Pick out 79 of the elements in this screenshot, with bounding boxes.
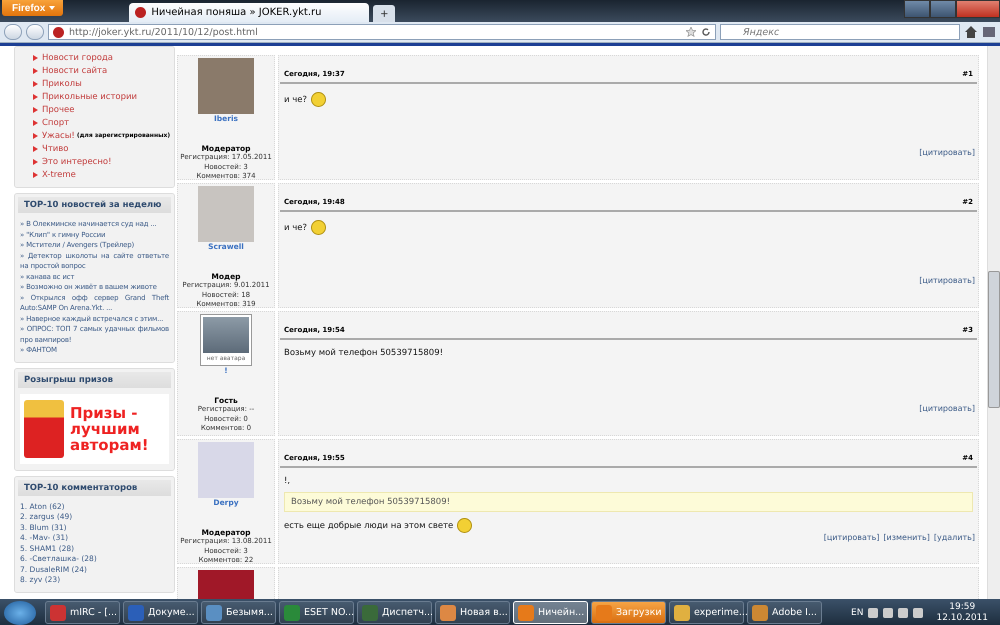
menu-link[interactable]: Прикольные истории — [42, 92, 138, 102]
placeholder-picture — [203, 317, 249, 352]
gift-box-icon — [24, 400, 64, 458]
menu-link[interactable]: Спорт — [42, 118, 70, 128]
caret-icon — [49, 6, 56, 10]
quote-block: Возьму мой телефон 50539715809! — [284, 492, 973, 512]
menu-link[interactable]: Это интересно! — [42, 156, 112, 166]
back-button[interactable] — [4, 24, 22, 40]
comment-text: Возьму мой телефон 50539715809! — [284, 348, 444, 358]
app-icon — [674, 604, 690, 620]
app-icon — [362, 604, 378, 620]
bullet-icon — [33, 68, 38, 74]
comment-text: и че? — [284, 94, 307, 104]
reload-icon[interactable] — [701, 27, 711, 37]
taskbar-button[interactable]: Докуме... — [123, 601, 198, 624]
clock[interactable]: 19:59 12.10.2011 — [936, 602, 988, 624]
comment-text: есть еще добрые люди на этом свете — [284, 520, 454, 530]
taskbar-button[interactable]: ESET NO... — [279, 601, 354, 624]
menu-link[interactable]: Ужасы! — [42, 130, 75, 140]
app-icon — [596, 604, 612, 620]
bullet-icon — [33, 120, 38, 126]
bullet-icon — [33, 132, 38, 138]
menu-link[interactable]: X-treme — [42, 170, 76, 180]
maximize-icon[interactable] — [930, 0, 956, 18]
app-icon — [284, 604, 300, 620]
taskbar-button[interactable]: Диспетч... — [357, 601, 432, 624]
card-title: TOP-10 новостей за неделю — [18, 197, 171, 213]
app-icon — [752, 604, 768, 620]
prize-banner[interactable]: Призы - лучшим авторам! — [20, 394, 169, 464]
action-link[interactable]: [цитировать] — [824, 533, 880, 542]
menu-link[interactable]: Новости сайта — [42, 66, 108, 76]
new-tab-button[interactable]: + — [373, 5, 396, 22]
bullet-icon — [33, 94, 38, 100]
bullet-icon — [33, 80, 38, 86]
taskbar-button[interactable]: Новая в... — [435, 601, 510, 624]
bullet-icon — [33, 54, 38, 60]
taskbar-button[interactable]: mIRC - [... — [45, 601, 120, 624]
card-title: TOP-10 комментаторов — [18, 480, 171, 496]
tray-icon[interactable] — [868, 608, 878, 618]
bullet-icon — [33, 158, 38, 164]
bullet-icon — [33, 146, 38, 152]
taskbar-button[interactable]: Adobe I... — [747, 601, 822, 624]
taskbar-button[interactable]: Безымя... — [201, 601, 276, 624]
action-link[interactable]: [изменить] — [883, 533, 930, 542]
app-icon — [518, 604, 534, 620]
card-title: Розыгрыш призов — [18, 372, 171, 388]
menu-link[interactable]: Новости города — [42, 52, 114, 62]
action-link[interactable]: [цитировать] — [919, 276, 975, 285]
avatar-photo-placeholder — [198, 570, 254, 599]
menu-link[interactable]: Прочее — [42, 104, 74, 114]
app-icon — [206, 604, 222, 620]
star-icon[interactable] — [686, 27, 696, 37]
action-link[interactable]: [удалить] — [934, 533, 975, 542]
action-link[interactable]: [цитировать] — [919, 404, 975, 413]
forward-button[interactable] — [26, 24, 44, 40]
menu-link[interactable]: Приколы — [42, 78, 82, 88]
comment-text: и че? — [284, 222, 307, 232]
browser-tab[interactable]: Ничейная поняша » JOKER.ykt.ru — [129, 3, 370, 22]
scrollbar[interactable] — [987, 46, 1000, 599]
banner-text: Призы - лучшим авторам! — [70, 404, 150, 452]
site-icon — [135, 7, 146, 18]
app-icon — [128, 604, 144, 620]
close-icon[interactable] — [956, 0, 1000, 18]
address-bar[interactable]: http://joker.ykt.ru/2011/10/12/post.html — [48, 24, 716, 40]
app-icon — [440, 604, 456, 620]
home-icon[interactable] — [964, 25, 978, 39]
search-field[interactable]: Яндекс — [720, 24, 960, 40]
start-button[interactable] — [4, 600, 36, 624]
menu-link[interactable]: Чтиво — [42, 144, 69, 154]
minimize-icon[interactable] — [904, 0, 930, 18]
bullet-icon — [33, 172, 38, 178]
app-icon — [50, 604, 66, 620]
action-link[interactable]: [цитировать] — [919, 148, 975, 157]
taskbar-button[interactable]: Ничейн... — [513, 601, 588, 624]
comment-text: !, — [284, 476, 290, 486]
language-indicator[interactable]: EN — [851, 608, 864, 618]
bullet-icon — [33, 106, 38, 112]
site-icon — [53, 26, 64, 38]
tray-icon[interactable] — [883, 608, 894, 618]
